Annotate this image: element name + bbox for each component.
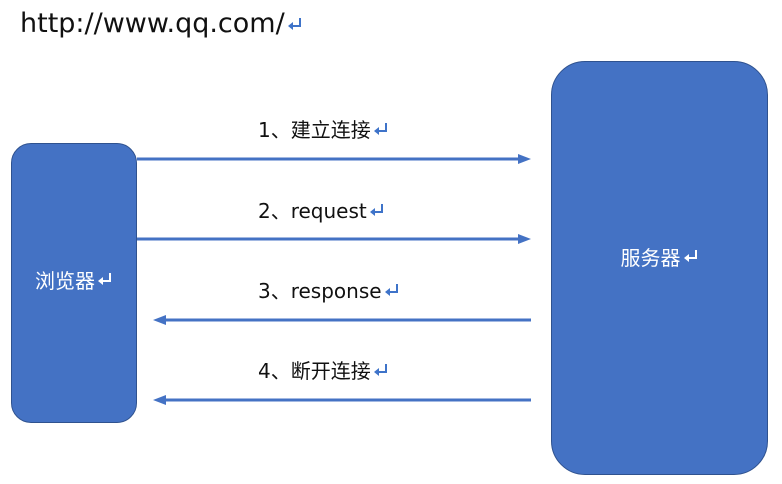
arrow-step-1 bbox=[137, 154, 531, 164]
arrow-step-3 bbox=[153, 315, 531, 325]
arrows-layer bbox=[137, 154, 531, 405]
arrow-step-4 bbox=[153, 395, 531, 405]
arrow-step-2 bbox=[137, 234, 531, 244]
